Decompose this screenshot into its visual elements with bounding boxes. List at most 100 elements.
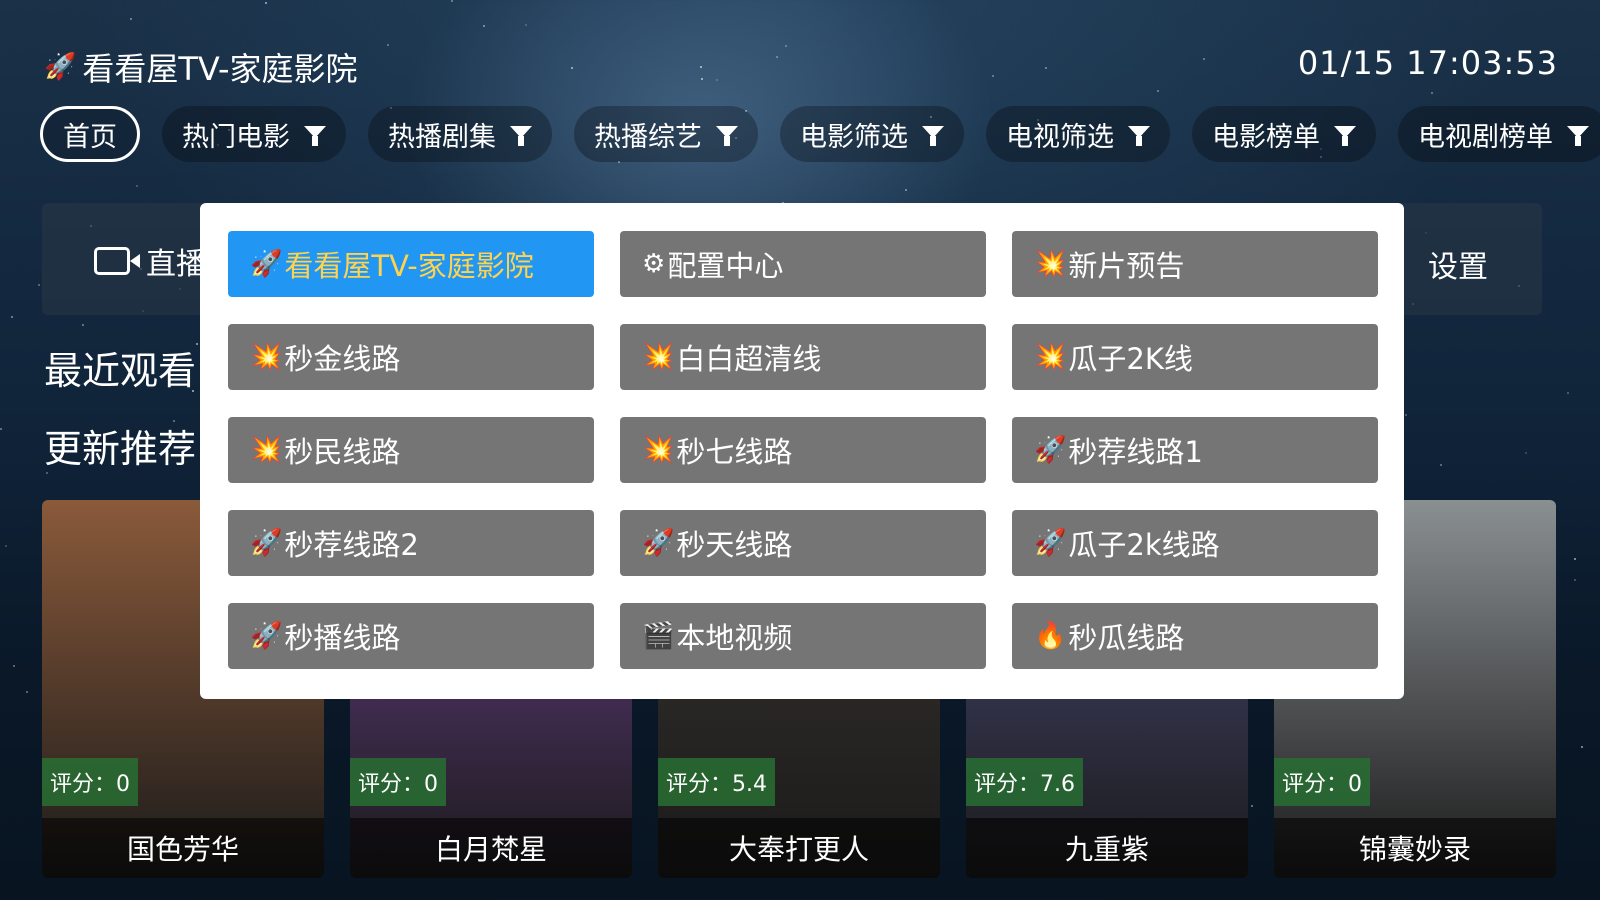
video-camera-icon — [94, 247, 140, 275]
tab-label: 电视筛选 — [1006, 121, 1114, 153]
star — [701, 78, 703, 80]
source-option-label: 看看屋TV-家庭影院 — [284, 249, 534, 283]
live-button[interactable]: 直播 — [94, 239, 206, 283]
source-option-icon: 🎬 — [642, 621, 675, 651]
source-option-6[interactable]: 💥 秒民线路 — [228, 417, 594, 483]
poster-title: 国色芳华 — [42, 818, 324, 878]
source-option-icon: 💥 — [642, 435, 675, 465]
star — [1525, 452, 1527, 454]
source-option-label: 秒荐线路1 — [1068, 435, 1203, 469]
tab-label: 电影榜单 — [1212, 121, 1320, 153]
star — [1157, 90, 1159, 92]
updates-section-title: 更新推荐 — [44, 427, 197, 471]
source-option-0[interactable]: 🚀 看看屋TV-家庭影院 — [228, 231, 594, 297]
filter-funnel-icon — [1334, 126, 1356, 146]
settings-label: 设置 — [1428, 249, 1488, 285]
source-option-10[interactable]: 🚀 秒天线路 — [620, 510, 986, 576]
star — [38, 284, 40, 286]
source-option-icon: 💥 — [1034, 249, 1067, 279]
star — [905, 189, 907, 191]
source-option-13[interactable]: 🎬 本地视频 — [620, 603, 986, 669]
rocket-icon: 🚀 — [44, 52, 77, 82]
source-option-label: 秒荐线路2 — [284, 528, 419, 562]
app-title-text: 看看屋TV-家庭影院 — [82, 50, 358, 88]
star — [525, 24, 527, 26]
filter-funnel-icon — [1128, 126, 1150, 146]
rating-badge: 评分：7.6 — [966, 758, 1083, 806]
poster-title: 锦囊妙录 — [1274, 818, 1556, 878]
recent-section-title: 最近观看 — [44, 349, 197, 393]
source-option-icon: ⚙ — [642, 249, 666, 279]
tab-2[interactable]: 热播剧集 — [368, 106, 552, 162]
star — [265, 2, 267, 4]
source-option-2[interactable]: 💥 新片预告 — [1012, 231, 1378, 297]
star — [1203, 58, 1205, 60]
poster-title: 白月梵星 — [350, 818, 632, 878]
source-option-11[interactable]: 🚀 瓜子2k线路 — [1012, 510, 1378, 576]
source-option-14[interactable]: 🔥 秒瓜线路 — [1012, 603, 1378, 669]
source-option-icon: 🚀 — [250, 528, 283, 558]
tab-1[interactable]: 热门电影 — [162, 106, 346, 162]
poster-title: 大奉打更人 — [658, 818, 940, 878]
tab-5[interactable]: 电视筛选 — [986, 106, 1170, 162]
source-option-label: 秒瓜线路 — [1068, 621, 1185, 655]
source-option-icon: 🔥 — [1034, 621, 1067, 651]
star — [571, 67, 573, 69]
tab-label: 热播剧集 — [388, 121, 496, 153]
source-option-icon: 🚀 — [1034, 528, 1067, 558]
star — [716, 79, 718, 81]
source-option-icon: 🚀 — [642, 528, 675, 558]
tab-3[interactable]: 热播综艺 — [574, 106, 758, 162]
source-option-4[interactable]: 💥 白白超清线 — [620, 324, 986, 390]
app-title: 🚀 看看屋TV-家庭影院 — [44, 44, 358, 90]
source-option-12[interactable]: 🚀 秒播线路 — [228, 603, 594, 669]
star — [130, 18, 132, 20]
rating-badge: 评分：0 — [1274, 758, 1370, 806]
star — [1574, 558, 1576, 560]
star — [483, 25, 485, 27]
tab-label: 热门电影 — [182, 121, 290, 153]
source-option-label: 瓜子2K线 — [1068, 342, 1193, 376]
tab-label: 电视剧榜单 — [1418, 121, 1553, 153]
tab-6[interactable]: 电影榜单 — [1192, 106, 1376, 162]
filter-funnel-icon — [922, 126, 944, 146]
source-selector-popup: 🚀 看看屋TV-家庭影院 ⚙ 配置中心 💥 新片预告 💥 秒金线路 💥 白白超清线 💥 瓜子2K线 💥 秒… — [200, 203, 1404, 699]
tab-4[interactable]: 电影筛选 — [780, 106, 964, 162]
filter-funnel-icon — [510, 126, 532, 146]
star — [13, 665, 15, 667]
star — [387, 44, 389, 46]
star — [136, 185, 138, 187]
source-option-icon: 🚀 — [250, 621, 283, 651]
star — [1567, 392, 1569, 394]
source-option-label: 秒民线路 — [284, 435, 401, 469]
star — [26, 691, 28, 693]
source-option-label: 本地视频 — [676, 621, 793, 655]
clock: 01/15 17:03:53 — [1297, 44, 1558, 82]
star — [1405, 414, 1407, 416]
star — [700, 66, 702, 68]
tab-0[interactable]: 首页 — [40, 106, 140, 162]
live-label: 直播 — [146, 247, 206, 282]
source-option-1[interactable]: ⚙ 配置中心 — [620, 231, 986, 297]
source-option-label: 新片预告 — [1068, 249, 1185, 283]
source-option-icon: 💥 — [250, 435, 283, 465]
source-option-label: 秒七线路 — [676, 435, 793, 469]
tab-7[interactable]: 电视剧榜单 — [1398, 106, 1600, 162]
source-option-7[interactable]: 💥 秒七线路 — [620, 417, 986, 483]
star — [1431, 92, 1433, 94]
rating-badge: 评分：5.4 — [658, 758, 775, 806]
source-option-3[interactable]: 💥 秒金线路 — [228, 324, 594, 390]
star — [1045, 67, 1047, 69]
source-option-label: 秒播线路 — [284, 621, 401, 655]
star — [11, 316, 13, 318]
source-option-icon: 💥 — [1034, 342, 1067, 372]
source-option-9[interactable]: 🚀 秒荐线路2 — [228, 510, 594, 576]
star — [1581, 746, 1583, 748]
source-option-5[interactable]: 💥 瓜子2K线 — [1012, 324, 1378, 390]
source-option-label: 秒天线路 — [676, 528, 793, 562]
tab-label: 首页 — [63, 121, 117, 153]
source-option-label: 配置中心 — [667, 249, 784, 283]
source-option-8[interactable]: 🚀 秒荐线路1 — [1012, 417, 1378, 483]
source-option-label: 白白超清线 — [676, 342, 822, 376]
filter-funnel-icon — [1567, 126, 1589, 146]
